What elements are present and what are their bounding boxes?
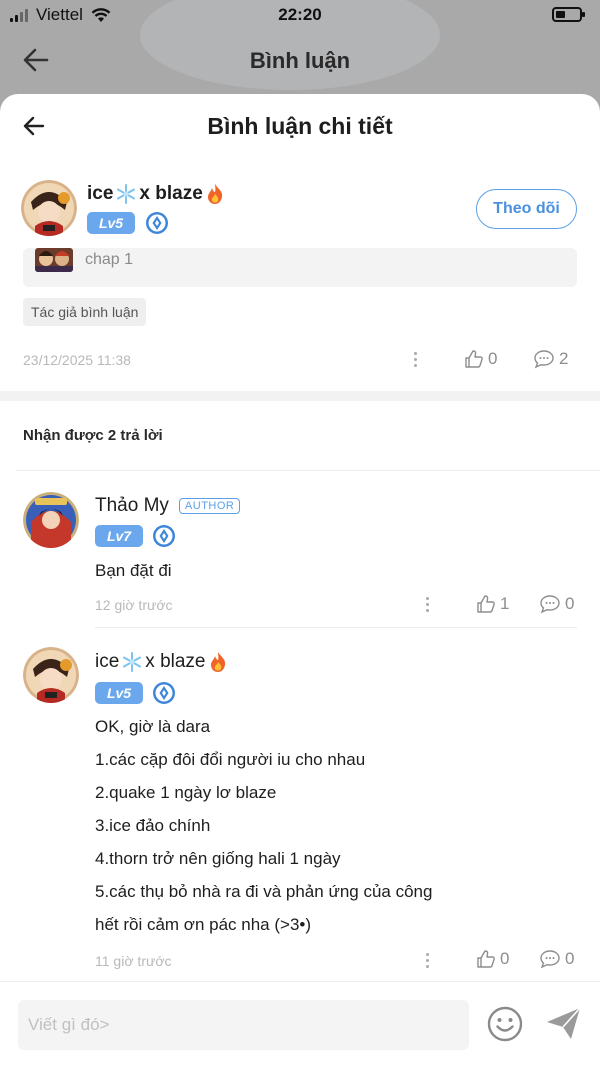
avatar[interactable] — [21, 180, 77, 236]
status-bar: Viettel 22:20 — [0, 0, 600, 32]
level-badge: Lv5 — [95, 682, 143, 704]
replies-count-heading: Nhận được 2 trả lời — [23, 427, 163, 444]
reply-text-line: 1.các cặp đôi đổi người iu cho nhau — [95, 750, 366, 769]
blue-crest-icon — [146, 212, 168, 234]
reply-author-name[interactable]: ice x blaze — [95, 651, 228, 673]
send-icon[interactable] — [545, 1006, 583, 1042]
blue-crest-icon — [153, 525, 175, 547]
level-badge: Lv7 — [95, 525, 143, 547]
divider — [95, 627, 577, 628]
reply-text: Bạn đặt đi — [95, 561, 172, 580]
blue-crest-icon — [153, 682, 175, 704]
more-vertical-icon[interactable] — [425, 953, 431, 971]
avatar[interactable] — [23, 647, 79, 703]
snowflake-emoji-icon — [117, 184, 136, 204]
comment-author-name[interactable]: ice x blaze — [87, 183, 225, 205]
background-header: Bình luận — [0, 38, 600, 84]
like-button[interactable]: 0 — [464, 349, 497, 369]
reply-author-name[interactable]: Thảo My AUTHOR — [95, 495, 241, 517]
avatar[interactable] — [23, 492, 79, 548]
like-button[interactable]: 1 — [476, 594, 509, 614]
level-badge: Lv5 — [87, 212, 135, 234]
author-badge: AUTHOR — [178, 498, 241, 514]
chat-bubble-icon — [540, 950, 560, 969]
reply-text-line: OK, giờ là dara — [95, 717, 211, 736]
smile-icon[interactable] — [487, 1006, 523, 1042]
background-title: Bình luận — [249, 48, 351, 73]
fire-emoji-icon — [210, 652, 225, 672]
reply-button[interactable]: 0 — [539, 594, 574, 614]
reply-count-button[interactable]: 2 — [533, 349, 568, 369]
like-button[interactable]: 0 — [476, 949, 509, 969]
more-vertical-icon[interactable] — [425, 597, 431, 615]
author-comment-tag: Tác giả bình luận — [23, 298, 147, 326]
comment-input[interactable] — [18, 1000, 469, 1050]
chat-bubble-icon — [540, 595, 560, 614]
thumb-up-icon — [465, 350, 483, 368]
reply-text-line: hết rồi cảm ơn pác nha (>3•) — [95, 915, 312, 934]
thumb-up-icon — [477, 595, 495, 613]
chapter-reference[interactable]: chap 1 — [23, 248, 577, 287]
clock: 22:20 — [278, 5, 322, 24]
reply-text-line: 2.quake 1 ngày lơ blaze — [95, 783, 277, 802]
page-title: Bình luận chi tiết — [207, 113, 393, 139]
follow-button[interactable]: Theo dõi — [476, 189, 577, 229]
sheet-header: Bình luận chi tiết — [0, 94, 600, 162]
more-vertical-icon[interactable] — [413, 352, 419, 370]
thumb-up-icon — [477, 950, 495, 968]
comment-detail-sheet: Bình luận chi tiết ice x blaze Lv5 Theo … — [0, 94, 600, 1067]
snowflake-emoji-icon — [123, 652, 142, 672]
battery-icon — [552, 7, 585, 22]
reply-text-line: 3.ice đảo chính — [95, 816, 211, 835]
reply-text-line: 4.thorn trở nên giống hali 1 ngày — [95, 849, 341, 868]
reply-time: 12 giờ trước — [95, 597, 173, 613]
comment-input-bar — [0, 981, 600, 1067]
comment-timestamp: 23/12/2025 11:38 — [23, 352, 131, 368]
reply-text-line: 5.các thụ bỏ nhà ra đi và phản ứng của c… — [95, 882, 433, 901]
divider — [16, 470, 600, 471]
reply-button[interactable]: 0 — [539, 949, 574, 969]
chapter-thumbnail — [35, 248, 73, 272]
fire-emoji-icon — [207, 184, 222, 204]
reply-time: 11 giờ trước — [95, 953, 172, 969]
section-divider — [0, 391, 600, 401]
chapter-text: chap 1 — [85, 251, 134, 268]
chat-bubble-icon — [534, 350, 554, 369]
